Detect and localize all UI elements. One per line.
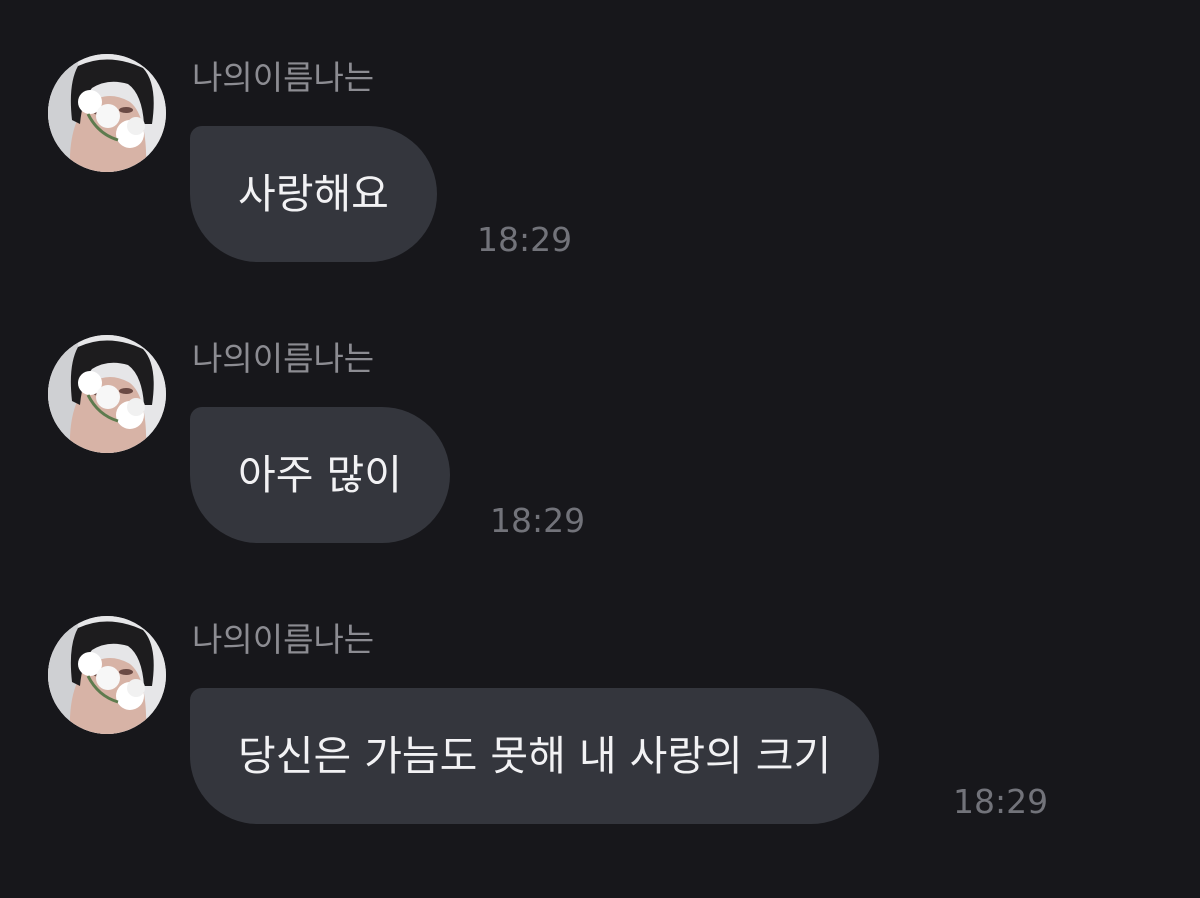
chat-view: 나의이름나는 사랑해요 18:29 나의이름나는 아주 많이 18:29 나의이…: [0, 0, 1200, 898]
profile-photo-icon: [48, 616, 166, 734]
avatar[interactable]: [48, 616, 166, 734]
message-bubble[interactable]: 아주 많이: [190, 407, 450, 543]
message-timestamp: 18:29: [490, 501, 586, 540]
avatar[interactable]: [48, 54, 166, 172]
message-group: 나의이름나는 당신은 가늠도 못해 내 사랑의 크기 18:29: [0, 562, 1200, 824]
message-timestamp: 18:29: [953, 782, 1049, 821]
sender-name: 나의이름나는: [192, 620, 375, 659]
message-bubble[interactable]: 사랑해요: [190, 126, 437, 262]
avatar[interactable]: [48, 335, 166, 453]
message-text: 당신은 가늠도 못해 내 사랑의 크기: [238, 731, 832, 780]
message-timestamp: 18:29: [477, 220, 573, 259]
message-bubble[interactable]: 당신은 가늠도 못해 내 사랑의 크기: [190, 688, 880, 824]
message-text: 아주 많이: [238, 450, 402, 499]
sender-name: 나의이름나는: [192, 339, 375, 378]
profile-photo-icon: [48, 335, 166, 453]
message-text: 사랑해요: [238, 169, 389, 218]
message-group: 나의이름나는 사랑해요 18:29: [0, 0, 1200, 262]
message-group: 나의이름나는 아주 많이 18:29: [0, 281, 1200, 543]
sender-name: 나의이름나는: [192, 58, 375, 97]
profile-photo-icon: [48, 54, 166, 172]
